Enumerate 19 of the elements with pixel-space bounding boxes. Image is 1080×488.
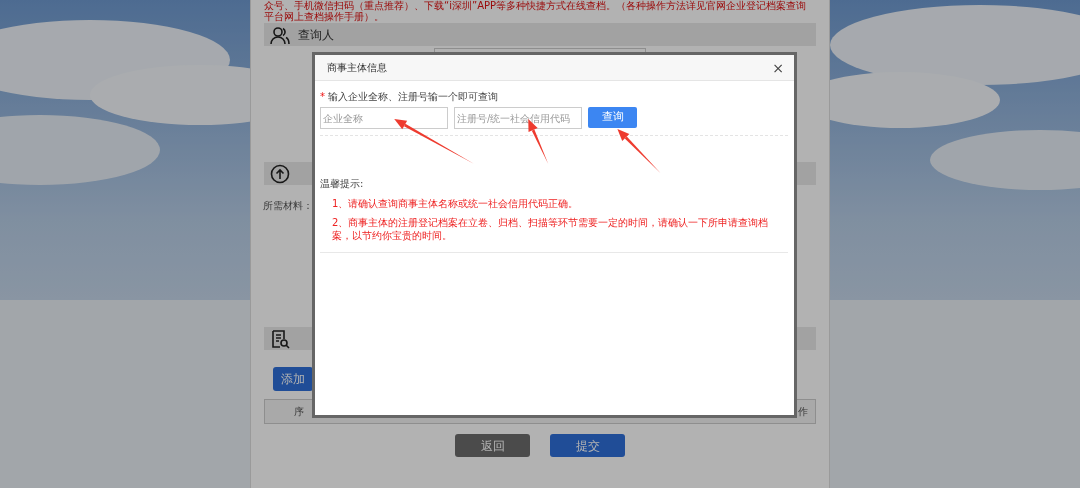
column-header: 序 [293, 405, 305, 419]
submit-button[interactable]: 提交 [550, 434, 625, 457]
search-button[interactable]: 查询 [588, 107, 637, 128]
tip-text: 2、商事主体的注册登记档案在立卷、归档、扫描等环节需要一定的时间，请确认一下所申请查询档案，以节约你宝贵的时间。 [332, 216, 770, 242]
dialog-title: 商事主体信息 [327, 61, 387, 75]
back-button[interactable]: 返回 [455, 434, 530, 457]
tips-title: 温馨提示: [320, 177, 365, 191]
column-header: 作 [797, 405, 809, 419]
document-search-icon [270, 328, 290, 349]
upload-icon [270, 163, 290, 184]
close-button[interactable]: × [772, 60, 784, 75]
notice-text: 众号、手机微信扫码（重点推荐）、下载“i深圳”APP等多种快捷方式在线查档。（各种操作方法详见官网企业登记档案查询平台网上查档操作手册）。 [264, 0, 808, 22]
input-field[interactable]: 企业全称 [320, 107, 448, 129]
tip-text: 1、请确认查询商事主体名称或统一社会信用代码正确。 [332, 197, 580, 210]
add-button[interactable]: 添加 [273, 367, 313, 391]
materials-label: 所需材料： [263, 199, 313, 213]
people-icon [270, 24, 290, 45]
prompt-text: * 输入企业全称、注册号输一个即可查询 [320, 90, 500, 104]
section-title: 查询人 [298, 26, 334, 44]
